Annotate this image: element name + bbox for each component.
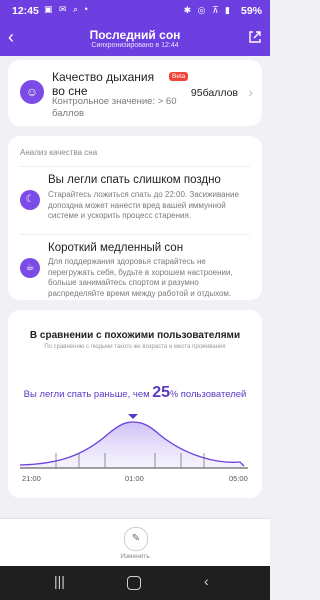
share-icon[interactable] bbox=[248, 30, 262, 44]
analysis-item-title: Вы легли спать слишком поздно bbox=[48, 174, 221, 186]
status-bar: 12:45 ▣ ✉ ⌕ • ✱ ◎ ⊼ ▮ 59% bbox=[0, 0, 270, 22]
moon-icon: ☾ bbox=[20, 190, 40, 210]
beta-badge: Beta bbox=[169, 72, 189, 81]
comparison-title: В сравнении с похожими пользователями bbox=[29, 330, 241, 341]
breathing-icon: ☺ bbox=[20, 80, 44, 104]
analysis-item-title: Короткий медленный сон bbox=[48, 242, 184, 254]
analysis-item-desc: Для поддержания здоровья старайтесь не п… bbox=[48, 257, 233, 298]
breathing-reference: Контрольное значение: > 60 баллов bbox=[52, 96, 177, 119]
breathing-title: Качество дыхания во сне bbox=[52, 70, 155, 98]
app-header: ‹ Последний сон Синхронизировано в 12:44 bbox=[0, 22, 270, 56]
result-suffix: пользователей bbox=[180, 389, 247, 400]
result-value: 25 bbox=[152, 384, 171, 401]
bottom-action-bar: ✎ Изменить bbox=[0, 518, 270, 567]
axis-tick-label: 05:00 bbox=[229, 474, 248, 483]
divider bbox=[20, 166, 250, 167]
edit-label[interactable]: Изменить bbox=[0, 553, 270, 560]
axis-tick-label: 21:00 bbox=[22, 474, 41, 483]
result-prefix: Вы легли спать раньше, чем bbox=[23, 389, 150, 400]
distribution-curve bbox=[19, 414, 248, 469]
analysis-item-desc: Старайтесь ложиться спать до 22:00. Заси… bbox=[48, 190, 239, 220]
home-icon[interactable] bbox=[127, 576, 141, 590]
notification-icons: ▣ ✉ ⌕ • bbox=[44, 4, 90, 14]
comparison-card: В сравнении с похожими пользователями По… bbox=[8, 310, 262, 498]
page-title: Последний сон bbox=[89, 28, 181, 42]
battery-level: 59% bbox=[240, 5, 262, 17]
cup-icon: ☕ bbox=[20, 258, 40, 278]
result-unit: % bbox=[170, 389, 179, 399]
sync-status: Синхронизировано в 12:44 bbox=[91, 42, 179, 49]
position-marker-icon bbox=[128, 414, 138, 419]
sleep-analysis-card: Анализ качества сна ☾ Вы легли спать сли… bbox=[8, 136, 262, 300]
edit-button[interactable]: ✎ bbox=[124, 527, 148, 551]
axis-tick-label: 01:00 bbox=[125, 474, 144, 483]
divider bbox=[20, 234, 250, 235]
system-icons: ✱ ◎ ⊼ ▮ bbox=[183, 5, 232, 15]
comparison-subtitle: По сравнению с людьми такого же возраста… bbox=[44, 344, 226, 350]
recents-icon[interactable]: ||| bbox=[54, 573, 65, 589]
comparison-result: Вы легли спать раньше, чем 25% пользоват… bbox=[8, 384, 262, 402]
chevron-right-icon: › bbox=[248, 84, 253, 100]
breathing-score: 95баллов bbox=[190, 87, 238, 99]
back-icon[interactable]: ‹ bbox=[204, 573, 209, 589]
breathing-quality-card[interactable]: ☺ Качество дыхания во сне Beta Контрольн… bbox=[8, 60, 262, 126]
analysis-heading: Анализ качества сна bbox=[20, 148, 98, 157]
status-time: 12:45 bbox=[12, 5, 39, 17]
system-nav-bar: ||| ‹ bbox=[0, 566, 270, 600]
